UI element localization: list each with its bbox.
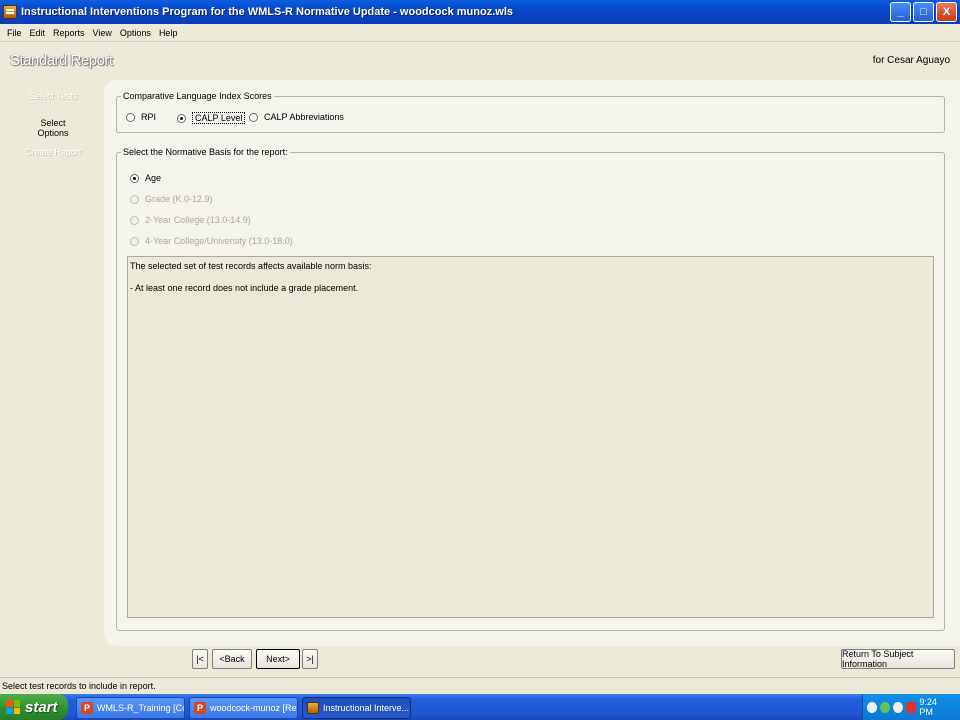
taskbar-item-wmls-training[interactable]: P WMLS-R_Training [Co... bbox=[76, 697, 185, 719]
menu-options[interactable]: Options bbox=[116, 28, 155, 38]
close-button[interactable]: X bbox=[936, 2, 957, 22]
info-line: The selected set of test records affects… bbox=[130, 261, 372, 271]
radio-rpi[interactable]: RPI bbox=[126, 112, 156, 122]
report-title: Standard Report bbox=[10, 52, 113, 69]
taskbar-item-instructional-interventions[interactable]: Instructional Interve... bbox=[302, 697, 411, 719]
back-button[interactable]: <Back bbox=[212, 649, 252, 669]
comparative-scores-legend: Comparative Language Index Scores bbox=[123, 91, 272, 101]
menu-bar: File Edit Reports View Options Help bbox=[0, 24, 960, 42]
nav-step-select-tests: Select Tests bbox=[28, 91, 78, 101]
radio-calp-level[interactable]: CALP Level bbox=[177, 112, 246, 124]
next-button[interactable]: Next> bbox=[256, 649, 300, 669]
status-bar: Select test records to include in report… bbox=[0, 677, 960, 694]
radio-age[interactable]: Age bbox=[130, 173, 161, 183]
taskbar-item-label: WMLS-R_Training [Co... bbox=[97, 703, 185, 713]
subject-name: for Cesar Aguayo bbox=[872, 55, 950, 66]
info-line: - At least one record does not include a… bbox=[130, 283, 359, 293]
radio-calp-level-dot[interactable] bbox=[177, 113, 186, 123]
return-to-subject-button[interactable]: Return To Subject Information bbox=[841, 649, 955, 669]
app-icon bbox=[307, 702, 319, 714]
radio-2-year-college-label: 2-Year College (13.0-14.9) bbox=[145, 215, 251, 225]
radio-2-year-college: 2-Year College (13.0-14.9) bbox=[130, 215, 251, 225]
title-bar[interactable]: Instructional Interventions Program for … bbox=[0, 0, 960, 24]
radio-calp-abbreviations-dot[interactable] bbox=[249, 112, 258, 122]
start-button[interactable]: start bbox=[0, 694, 68, 720]
nav-step-select-options[interactable]: Select Options bbox=[24, 118, 82, 138]
normative-basis-legend: Select the Normative Basis for the repor… bbox=[123, 147, 288, 157]
antivirus-icon[interactable] bbox=[906, 701, 917, 713]
radio-rpi-dot[interactable] bbox=[126, 112, 135, 122]
radio-2-year-college-dot bbox=[130, 215, 139, 225]
radio-4-year-college: 4-Year College/University (13.0-18.0) bbox=[130, 236, 293, 246]
network-icon[interactable] bbox=[880, 701, 891, 713]
window-controls: _ □ X bbox=[890, 2, 957, 22]
maximize-button[interactable]: □ bbox=[913, 2, 934, 22]
menu-view[interactable]: View bbox=[89, 28, 116, 38]
tray-expand-icon[interactable] bbox=[867, 701, 878, 713]
report-header: Standard Report for Cesar Aguayo bbox=[0, 44, 960, 80]
radio-grade: Grade (K.0-12.9) bbox=[130, 194, 213, 204]
status-text: Select test records to include in report… bbox=[2, 681, 156, 691]
powerpoint-icon: P bbox=[81, 702, 93, 714]
radio-4-year-college-label: 4-Year College/University (13.0-18.0) bbox=[145, 236, 293, 246]
menu-file[interactable]: File bbox=[3, 28, 26, 38]
nav-step-create-report: Create Report bbox=[24, 147, 82, 157]
radio-rpi-label: RPI bbox=[141, 112, 157, 122]
menu-help[interactable]: Help bbox=[155, 28, 182, 38]
minimize-button[interactable]: _ bbox=[890, 2, 911, 22]
clock[interactable]: 9:24 PM bbox=[919, 697, 950, 717]
radio-grade-dot bbox=[130, 194, 139, 204]
start-label: start bbox=[25, 698, 58, 716]
taskbar-item-label: Instructional Interve... bbox=[323, 703, 410, 713]
window-title: Instructional Interventions Program for … bbox=[21, 6, 513, 18]
radio-4-year-college-dot bbox=[130, 236, 139, 246]
radio-age-dot[interactable] bbox=[130, 173, 139, 183]
first-step-button[interactable]: |< bbox=[192, 649, 208, 669]
menu-reports[interactable]: Reports bbox=[49, 28, 89, 38]
last-step-button[interactable]: >| bbox=[302, 649, 318, 669]
radio-calp-level-label: CALP Level bbox=[192, 112, 246, 124]
powerpoint-icon: P bbox=[194, 702, 206, 714]
app-icon[interactable] bbox=[3, 5, 17, 19]
system-tray: 9:24 PM bbox=[862, 694, 960, 720]
radio-calp-abbreviations-label: CALP Abbreviations bbox=[264, 112, 344, 122]
menu-edit[interactable]: Edit bbox=[26, 28, 50, 38]
taskbar-item-woodcock-munoz[interactable]: P woodcock-munoz [Re... bbox=[189, 697, 298, 719]
radio-age-label: Age bbox=[145, 173, 162, 183]
windows-logo-icon bbox=[6, 700, 20, 714]
taskbar-item-label: woodcock-munoz [Re... bbox=[210, 703, 298, 713]
norm-basis-info-box[interactable]: The selected set of test records affects… bbox=[127, 256, 934, 618]
volume-icon[interactable] bbox=[893, 701, 904, 713]
radio-grade-label: Grade (K.0-12.9) bbox=[145, 194, 213, 204]
radio-calp-abbreviations[interactable]: CALP Abbreviations bbox=[249, 112, 344, 122]
